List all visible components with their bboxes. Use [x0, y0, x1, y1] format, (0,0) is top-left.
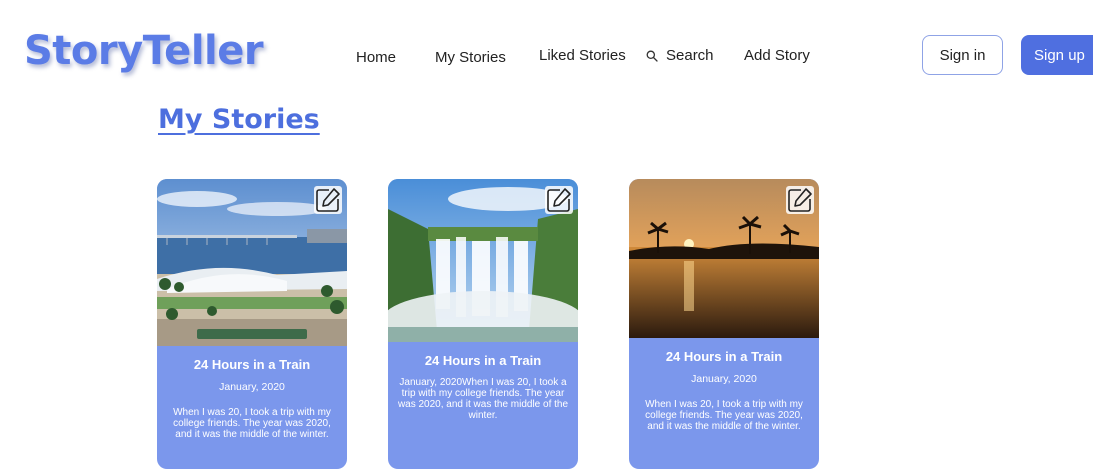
- sign-up-button[interactable]: Sign up: [1021, 35, 1093, 75]
- nav-search-label: Search: [666, 47, 714, 64]
- story-title: 24 Hours in a Train: [193, 357, 311, 372]
- pencil-square-icon: [547, 188, 571, 212]
- nav-home[interactable]: Home: [356, 49, 396, 66]
- app-logo[interactable]: StoryTeller: [24, 28, 264, 74]
- story-date: January, 2020: [219, 381, 285, 393]
- story-excerpt: January, 2020When I was 20, I took a tri…: [397, 377, 569, 421]
- story-card[interactable]: 24 Hours in a Train January, 2020When I …: [388, 179, 578, 469]
- nav-add-story[interactable]: Add Story: [744, 47, 810, 64]
- search-icon: [646, 50, 658, 62]
- edit-story-button[interactable]: [314, 186, 342, 214]
- story-date: January, 2020: [691, 373, 757, 385]
- nav-liked-stories[interactable]: Liked Stories: [539, 47, 626, 64]
- nav-search[interactable]: Search: [646, 47, 714, 64]
- story-excerpt: When I was 20, I took a trip with my col…: [645, 399, 803, 432]
- story-excerpt: When I was 20, I took a trip with my col…: [173, 407, 331, 440]
- story-title: 24 Hours in a Train: [424, 353, 542, 368]
- sign-in-button[interactable]: Sign in: [922, 35, 1003, 75]
- story-image-sunset: [629, 179, 819, 338]
- story-image-waterfall: [388, 179, 578, 342]
- nav-my-stories[interactable]: My Stories: [435, 49, 506, 66]
- story-card[interactable]: 24 Hours in a Train January, 2020 When I…: [629, 179, 819, 469]
- page-title[interactable]: My Stories: [158, 104, 320, 135]
- pencil-square-icon: [316, 188, 340, 212]
- edit-story-button[interactable]: [545, 186, 573, 214]
- story-card[interactable]: 24 Hours in a Train January, 2020 When I…: [157, 179, 347, 469]
- story-image-coastal-city: [157, 179, 347, 346]
- story-title: 24 Hours in a Train: [665, 349, 783, 364]
- edit-story-button[interactable]: [786, 186, 814, 214]
- pencil-square-icon: [788, 188, 812, 212]
